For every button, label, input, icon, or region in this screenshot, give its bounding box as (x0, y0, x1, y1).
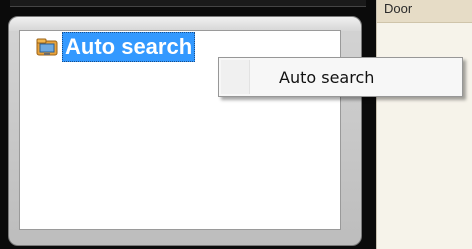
tree-frame-header (9, 17, 361, 31)
door-column-label: Door (384, 1, 413, 16)
side-panel-header: Door (377, 0, 472, 23)
menu-item-auto-search[interactable]: Auto search (221, 60, 460, 94)
context-menu: Auto search (218, 57, 463, 97)
app-window: Door Auto search Auto search (0, 0, 472, 249)
menu-item-label[interactable]: Auto search (279, 68, 374, 87)
folder-computer-icon (36, 38, 58, 56)
tree-item-label[interactable]: Auto search (62, 32, 196, 62)
tree-item-auto-search[interactable]: Auto search (35, 32, 196, 62)
top-bar (10, 0, 366, 7)
side-panel: Door (376, 0, 472, 249)
